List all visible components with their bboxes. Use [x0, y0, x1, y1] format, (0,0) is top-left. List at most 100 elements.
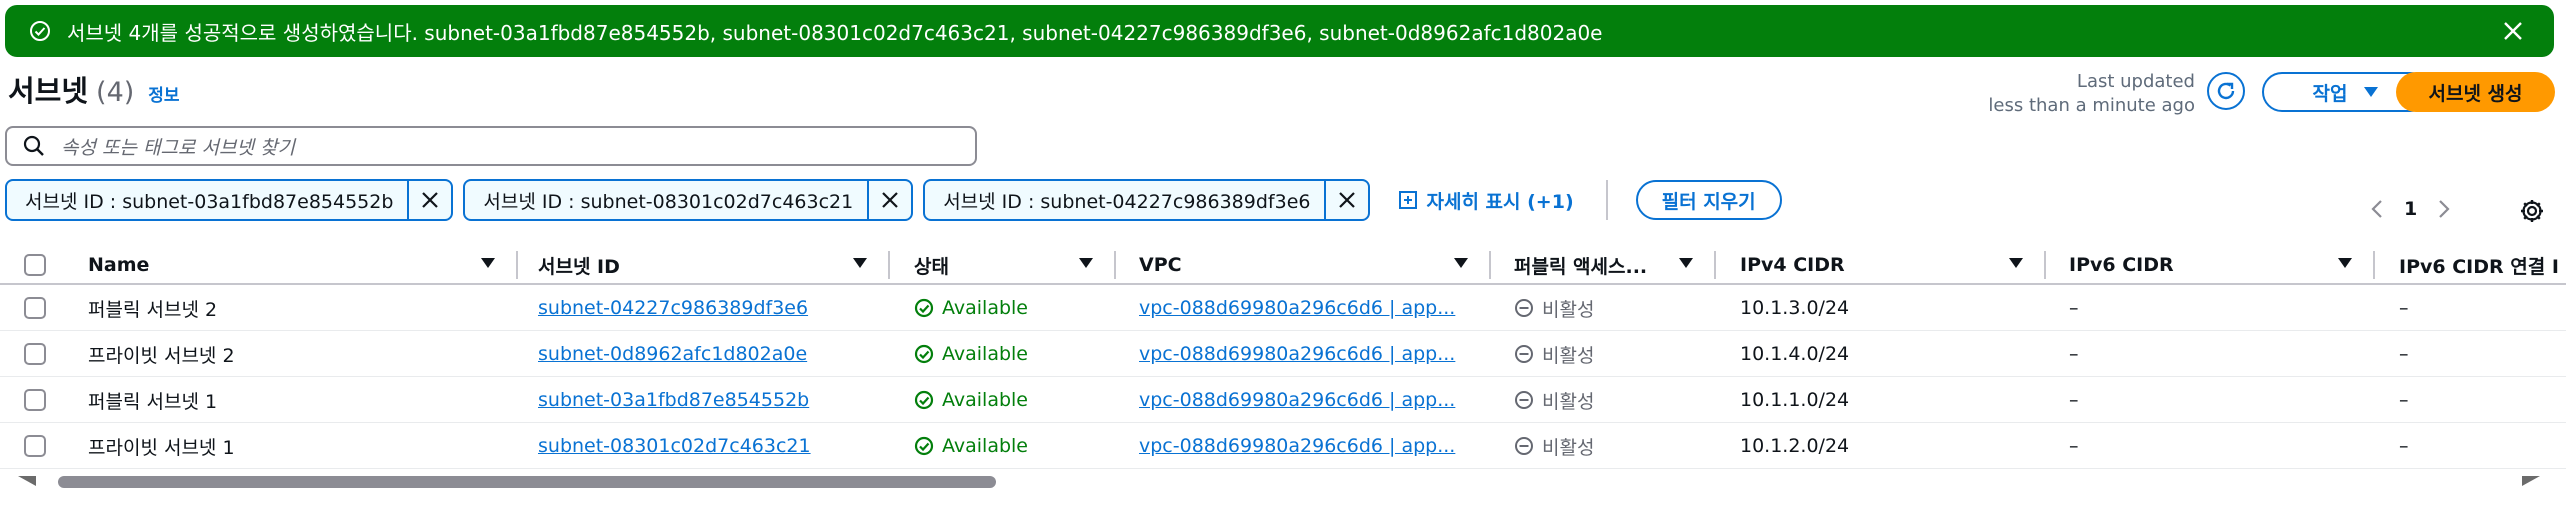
remove-filter-button[interactable] [1324, 181, 1368, 219]
filter-token-label: 서브넷 ID : subnet-04227c986389df3e6 [943, 190, 1311, 213]
show-more-filters-link[interactable]: 자세히 표시 (+1) [1398, 187, 1574, 214]
public-access-text: 비활성 [1542, 298, 1595, 321]
scroll-left-arrow[interactable] [18, 476, 36, 486]
pagination: 1 [2370, 198, 2451, 220]
ipv6-association-cell: – [2399, 343, 2409, 365]
state-cell: Available [914, 331, 1028, 377]
row-select-cell [24, 423, 46, 469]
table-row[interactable]: 프라이빗 서브넷 1 subnet-08301c02d7c463c21 Avai… [0, 423, 2566, 469]
sort-icon[interactable] [1453, 257, 1469, 269]
subnet-id-link[interactable]: subnet-03a1fbd87e854552b [538, 389, 809, 411]
ipv4-cidr-cell: 10.1.3.0/24 [1740, 297, 1850, 319]
column-label: VPC [1139, 254, 1182, 276]
public-access-status: 비활성 [1514, 387, 1594, 414]
vpc-link[interactable]: vpc-088d69980a296c6d6 | app... [1139, 435, 1459, 457]
close-icon [1339, 192, 1356, 208]
success-check-icon [914, 436, 934, 456]
success-check-icon [914, 298, 934, 318]
state-cell: Available [914, 423, 1028, 469]
column-divider[interactable] [2373, 251, 2375, 279]
column-divider[interactable] [1714, 251, 1716, 279]
sort-icon[interactable] [2337, 257, 2353, 269]
subnet-count: (4) [96, 77, 135, 108]
subnet-id-link[interactable]: subnet-04227c986389df3e6 [538, 297, 808, 319]
sort-icon[interactable] [480, 257, 496, 269]
column-header-ipv6-association[interactable]: IPv6 CIDR 연결 I [2399, 245, 2566, 285]
column-divider[interactable] [516, 251, 518, 279]
column-header-name[interactable]: Name [88, 245, 518, 285]
column-header-subnet-id[interactable]: 서브넷 ID [538, 245, 890, 285]
success-check-icon [914, 344, 934, 364]
subnet-id-cell: subnet-03a1fbd87e854552b [538, 377, 809, 423]
column-header-vpc[interactable]: VPC [1139, 245, 1491, 285]
ipv6-association-cell: – [2399, 297, 2409, 319]
column-divider[interactable] [2044, 251, 2046, 279]
flash-close-icon[interactable] [2502, 20, 2524, 42]
subnets-table: Name 서브넷 ID 상태 VPC 퍼블릭 액세스... IPv4 CIDR [0, 245, 2566, 469]
vpc-cell: vpc-088d69980a296c6d6 | app... [1139, 377, 1459, 423]
column-header-ipv6-cidr[interactable]: IPv6 CIDR [2069, 245, 2375, 285]
subnet-id-link[interactable]: subnet-0d8962afc1d802a0e [538, 343, 807, 365]
public-access-cell: 비활성 [1514, 285, 1594, 331]
search-placeholder: 속성 또는 태그로 서브넷 찾기 [61, 136, 295, 159]
last-updated-label: Last updated [2076, 71, 2195, 92]
chevron-right-icon[interactable] [2437, 198, 2451, 220]
refresh-button[interactable] [2207, 72, 2245, 110]
create-subnet-button[interactable]: 서브넷 생성 [2396, 72, 2555, 112]
horizontal-scrollbar[interactable] [58, 476, 996, 488]
column-divider[interactable] [888, 251, 890, 279]
remove-filter-button[interactable] [407, 181, 451, 219]
chevron-left-icon[interactable] [2370, 198, 2384, 220]
name-cell: 퍼블릭 서브넷 1 [88, 390, 218, 413]
row-checkbox[interactable] [24, 389, 46, 411]
row-checkbox[interactable] [24, 435, 46, 457]
sort-icon[interactable] [2008, 257, 2024, 269]
scroll-right-arrow[interactable] [2522, 476, 2540, 486]
current-page[interactable]: 1 [2404, 198, 2417, 220]
row-select-cell [24, 331, 46, 377]
sort-icon[interactable] [1678, 257, 1694, 269]
select-all-checkbox[interactable] [24, 254, 46, 276]
table-row[interactable]: 퍼블릭 서브넷 1 subnet-03a1fbd87e854552b Avail… [0, 377, 2566, 423]
column-divider[interactable] [1114, 251, 1116, 279]
page-header: 서브넷 (4) 정보 [8, 68, 180, 110]
caret-down-icon [2364, 87, 2379, 97]
remove-filter-button[interactable] [867, 181, 911, 219]
public-access-status: 비활성 [1514, 341, 1594, 368]
row-checkbox[interactable] [24, 343, 46, 365]
column-label: 퍼블릭 액세스... [1514, 255, 1648, 278]
status-badge: Available [914, 297, 1028, 319]
column-header-state[interactable]: 상태 [914, 245, 1116, 285]
row-checkbox[interactable] [24, 297, 46, 319]
search-input[interactable]: 속성 또는 태그로 서브넷 찾기 [5, 126, 977, 166]
sort-icon[interactable] [852, 257, 868, 269]
search-icon [23, 135, 44, 156]
row-select-cell [24, 377, 46, 423]
table-row[interactable]: 퍼블릭 서브넷 2 subnet-04227c986389df3e6 Avail… [0, 285, 2566, 331]
column-divider[interactable] [1489, 251, 1491, 279]
table-row[interactable]: 프라이빗 서브넷 2 subnet-0d8962afc1d802a0e Avai… [0, 331, 2566, 377]
vpc-link[interactable]: vpc-088d69980a296c6d6 | app... [1139, 389, 1459, 411]
sort-icon[interactable] [1078, 257, 1094, 269]
gear-icon[interactable] [2518, 197, 2546, 225]
clear-filters-button[interactable]: 필터 지우기 [1635, 180, 1782, 220]
filter-tokens: 서브넷 ID : subnet-03a1fbd87e854552b 서브넷 ID… [5, 179, 1782, 221]
info-link[interactable]: 정보 [148, 81, 179, 106]
column-header-ipv4-cidr[interactable]: IPv4 CIDR [1740, 245, 2046, 285]
ipv6-cidr-cell: – [2069, 343, 2079, 365]
column-header-public-access[interactable]: 퍼블릭 액세스... [1514, 245, 1716, 285]
ipv4-cidr-cell: 10.1.1.0/24 [1740, 389, 1850, 411]
ipv4-cidr-cell: 10.1.4.0/24 [1740, 343, 1850, 365]
subnet-id-link[interactable]: subnet-08301c02d7c463c21 [538, 435, 811, 457]
success-check-icon [30, 21, 50, 41]
column-label: IPv6 CIDR [2069, 254, 2174, 276]
last-updated-value: less than a minute ago [1988, 95, 2195, 116]
vpc-link[interactable]: vpc-088d69980a296c6d6 | app... [1139, 343, 1459, 365]
ipv6-association-cell: – [2399, 435, 2409, 457]
refresh-icon [2217, 82, 2235, 100]
state-cell: Available [914, 377, 1028, 423]
last-updated: Last updated less than a minute ago [1988, 70, 2195, 118]
name-cell: 퍼블릭 서브넷 2 [88, 298, 218, 321]
disabled-icon [1515, 299, 1533, 317]
vpc-link[interactable]: vpc-088d69980a296c6d6 | app... [1139, 297, 1459, 319]
